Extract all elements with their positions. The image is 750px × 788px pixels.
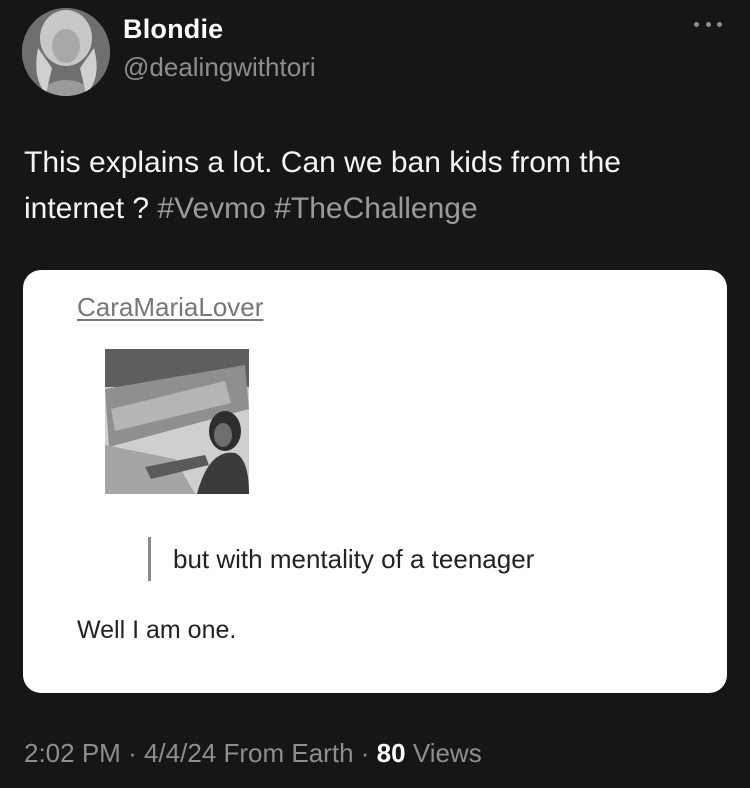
views-count: 80 xyxy=(376,738,406,768)
avatar-image xyxy=(22,8,110,96)
author-name[interactable]: Blondie xyxy=(123,14,223,45)
card-photo-image xyxy=(105,349,249,494)
card-quote: but with mentality of a teenager xyxy=(148,537,534,581)
author-handle[interactable]: @dealingwithtori xyxy=(123,52,316,83)
avatar[interactable] xyxy=(22,8,110,96)
more-icon[interactable] xyxy=(694,14,722,34)
embedded-screenshot-card[interactable]: CaraMariaLover but with mentality of a t… xyxy=(23,270,727,693)
separator: · xyxy=(128,738,137,768)
card-username[interactable]: CaraMariaLover xyxy=(77,292,263,323)
views-label: Views xyxy=(412,738,482,768)
hashtag-vevmo[interactable]: #Vevmo xyxy=(157,192,265,225)
card-photo xyxy=(105,349,249,494)
tweet-text: This explains a lot. Can we ban kids fro… xyxy=(24,140,724,232)
tweet-time[interactable]: 2:02 PM xyxy=(24,738,121,768)
tweet: Blondie @dealingwithtori This explains a… xyxy=(0,0,750,788)
tweet-date[interactable]: 4/4/24 xyxy=(144,738,216,768)
tweet-source: From Earth xyxy=(223,738,354,768)
hashtag-thechallenge[interactable]: #TheChallenge xyxy=(274,192,477,225)
card-reply: Well I am one. xyxy=(77,616,237,644)
separator: · xyxy=(360,738,370,768)
tweet-meta: 2:02 PM · 4/4/24 From Earth · 80 Views xyxy=(24,738,482,769)
